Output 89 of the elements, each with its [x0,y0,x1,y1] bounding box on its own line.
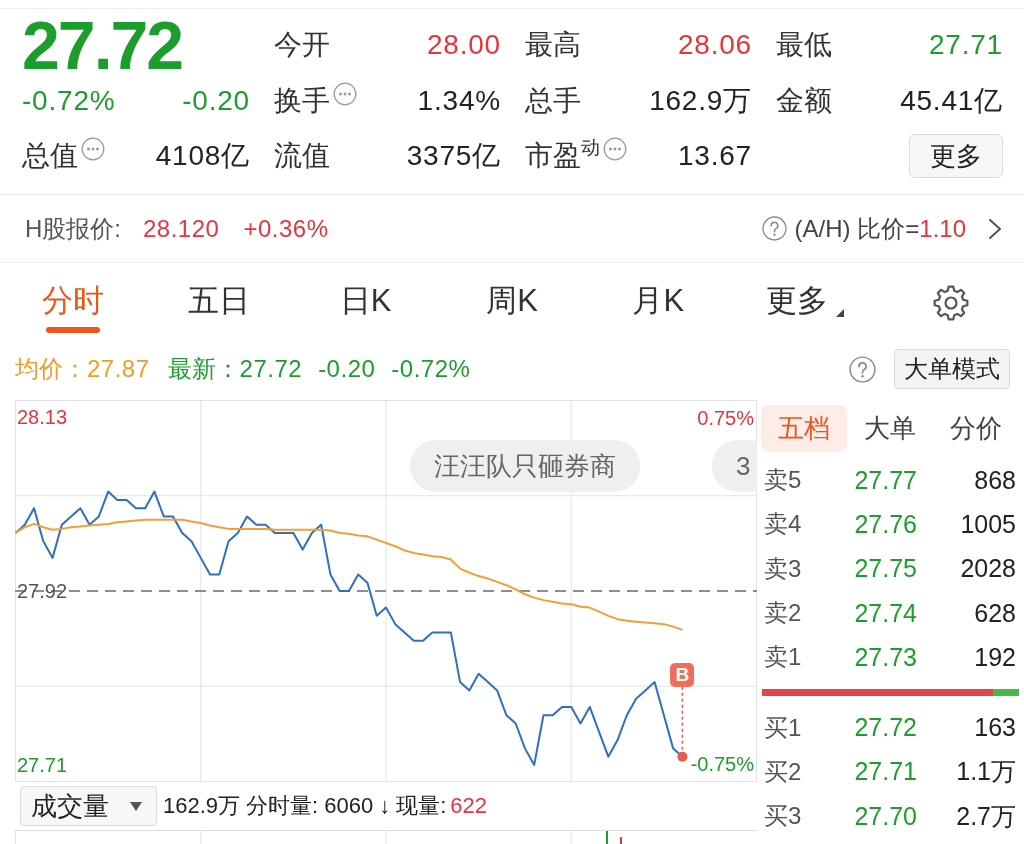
total-volume: 162.9万 [163,792,241,820]
stat-value: 4108亿 [155,139,250,173]
level-volume: 2.7万 [955,800,1016,832]
ratio-label: (A/H) 比价= [794,213,920,244]
level-volume: 1005 [959,509,1016,539]
current-volume-label: 现量: [396,792,447,820]
chart-tab[interactable]: 更多 [763,263,846,343]
average-price-value: 27.87 [87,355,150,383]
last-price-value: 27.72 [239,355,303,383]
stat-value: 3375亿 [406,139,501,173]
chart-tab[interactable]: 分时 [40,263,107,343]
stat-value: 28.06 [677,29,752,61]
level-label: 卖2 [764,598,803,629]
stat-label: 最高 [525,29,581,61]
help-icon[interactable] [849,355,876,383]
level-volume: 628 [973,598,1016,628]
level-price: 27.75 [853,554,917,584]
level-volume: 1.1万 [955,756,1016,788]
h-share-change: +0.36% [243,214,329,243]
change-amount: -0.20 [318,355,376,383]
level-volume: 192 [973,642,1016,672]
stat-value: 162.9万 [649,84,752,118]
level-label: 卖1 [764,642,803,673]
current-volume-value: 622 [450,793,488,819]
stat-label: 金额 [776,85,832,117]
stat-value: 1.34% [417,85,501,117]
stat-label: 最低 [776,29,832,61]
chevron-right-icon[interactable] [988,217,1002,240]
stat-value: 27.71 [928,29,1003,61]
level-price: 27.70 [853,801,917,831]
level-volume: 163 [973,713,1016,743]
level-label: 买2 [764,756,803,787]
h-share-price: 28.120 [143,214,220,243]
stat-label: 流值 [274,140,330,172]
change-percent: -0.72% [391,355,471,383]
level-label: 卖3 [764,553,803,584]
chart-tab[interactable]: 五日 [186,263,253,343]
axis-label: -0.75% [690,753,754,776]
level-price: 27.77 [853,465,917,495]
marker-dot-icon [677,751,688,762]
stat-label: 总值 [22,140,78,172]
chart-tab[interactable]: 周K [484,263,540,343]
level-label: 买3 [764,801,803,832]
settings-icon[interactable] [931,284,970,322]
marker-leader-line [681,685,684,753]
stat-label: 今开 [274,29,330,61]
level-price: 27.72 [853,713,917,743]
order-book-tab[interactable]: 大单 [847,405,933,452]
level-label: 买1 [764,712,803,743]
level-volume: 2028 [959,554,1016,584]
stat-label: 总手 [525,85,581,117]
ellipsis-circle-icon[interactable] [333,82,357,106]
average-price-label: 均价： [15,354,87,384]
large-order-mode-button[interactable]: 大单模式 [894,349,1010,389]
stat-label: 市盈$^{动}$ [525,140,600,172]
level-price: 27.76 [853,509,917,539]
ratio-value: 1.10 [919,214,966,243]
stat-value: 13.67 [677,140,752,172]
level-price: 27.71 [853,757,917,787]
buy-marker: B [670,662,695,687]
comment-bubble: 汪汪队只砸券商 [410,440,640,492]
last-price: 27.72 [22,15,184,75]
change-amount: -0.20 [182,85,250,117]
more-button[interactable]: 更多 [909,134,1003,178]
chart-tab[interactable]: 日K [337,263,394,343]
axis-label: 28.13 [17,406,68,429]
chart-tab[interactable]: 月K [630,263,687,343]
axis-label: 27.71 [17,753,68,776]
caret-icon [130,801,142,811]
last-price-label: 最新： [167,354,240,384]
order-book-tab[interactable]: 分价 [933,405,1019,452]
help-icon[interactable] [761,216,787,241]
ellipsis-circle-icon[interactable] [603,137,627,161]
stat-label: 换手 [274,85,330,117]
level-label: 卖4 [764,509,803,540]
level-label: 卖5 [764,465,803,496]
h-share-label: H股报价: [25,213,121,244]
change-percent: -0.72% [22,85,116,117]
volume-selector[interactable]: 成交量 [20,786,157,826]
stat-value: 45.41亿 [900,84,1003,118]
comment-bubble: 3 [712,440,757,492]
stat-value: 28.00 [426,29,501,61]
level-price: 27.73 [853,642,917,672]
down-arrow-icon: ↓ [379,793,391,819]
ellipsis-circle-icon[interactable] [81,137,105,161]
axis-label: 0.75% [697,406,754,429]
level-volume: 868 [973,465,1016,495]
minute-volume: 分时量: 6060 [246,792,374,820]
level-price: 27.74 [853,598,917,628]
